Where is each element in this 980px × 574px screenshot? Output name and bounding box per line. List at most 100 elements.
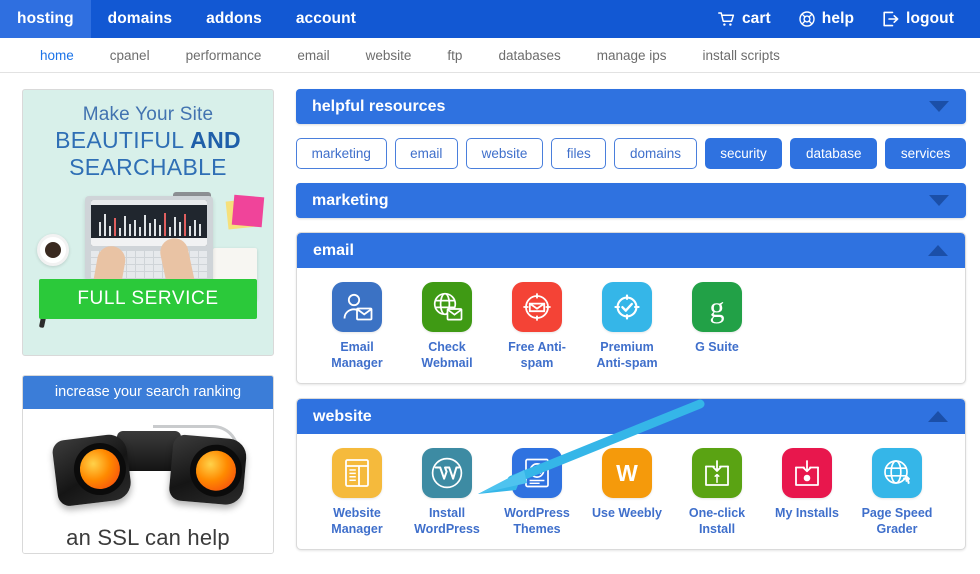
section-title-email: email <box>313 241 354 259</box>
tile-website-manager[interactable]: Website Manager <box>315 448 399 537</box>
laptop-screen <box>91 200 207 246</box>
section-header-email[interactable]: email <box>297 233 965 268</box>
section-panel-email: email Email Manager Check Webmail Free A… <box>296 232 966 384</box>
binoculars-right-barrel <box>168 433 248 507</box>
ssl-promo-body: an SSL can help <box>23 409 273 553</box>
sticky-note-pink-image <box>231 194 265 228</box>
help-label: help <box>821 10 855 27</box>
globe-envelope-icon <box>422 282 472 332</box>
category-tab-domains[interactable]: domains <box>614 138 697 169</box>
logout-label: logout <box>906 10 954 27</box>
wordpress-icon <box>422 448 472 498</box>
page-layout-icon <box>332 448 382 498</box>
category-tab-website[interactable]: website <box>466 138 544 169</box>
main-content: helpful resources marketing email websit… <box>296 89 966 574</box>
tile-premium-anti-spam[interactable]: Premium Anti-spam <box>585 282 669 371</box>
section-title-marketing: marketing <box>312 191 389 209</box>
coffee-cup-image <box>37 234 69 266</box>
svg-text:g: g <box>710 291 725 324</box>
cart-label: cart <box>741 10 771 27</box>
cart-button[interactable]: cart <box>704 0 785 38</box>
page-content: Make Your Site BEAUTIFUL AND SEARCHABLE <box>0 73 980 574</box>
chevron-up-icon[interactable] <box>927 410 949 423</box>
app-window: hosting domains addons account cart help… <box>0 0 980 574</box>
top-nav-item-domains[interactable]: domains <box>91 0 189 38</box>
tile-g-suite[interactable]: g G Suite <box>675 282 759 371</box>
cart-icon <box>717 11 735 27</box>
section-header-website[interactable]: website <box>297 399 965 434</box>
top-nav-item-account[interactable]: account <box>279 0 373 38</box>
chevron-down-icon[interactable] <box>928 100 950 113</box>
top-nav-primary-items: hosting domains addons account <box>0 0 373 38</box>
tile-one-click-install[interactable]: One-click Install <box>675 448 759 537</box>
logout-button[interactable]: logout <box>868 0 968 38</box>
person-envelope-icon <box>332 282 382 332</box>
desk-photo <box>23 190 273 355</box>
top-nav-item-addons-label: addons <box>206 10 262 27</box>
globe-arrow-icon <box>872 448 922 498</box>
promo-line-2: BEAUTIFUL AND <box>33 127 263 154</box>
website-tiles: Website Manager Install WordPress WordPr… <box>297 434 965 549</box>
top-nav-item-hosting[interactable]: hosting <box>0 0 91 38</box>
tile-check-webmail[interactable]: Check Webmail <box>405 282 489 371</box>
promo-line-1: Make Your Site <box>82 104 214 125</box>
category-tab-database[interactable]: database <box>790 138 878 169</box>
google-g-icon: g <box>692 282 742 332</box>
subnav-item-website[interactable]: website <box>348 48 430 63</box>
category-tab-marketing[interactable]: marketing <box>296 138 387 169</box>
tile-wordpress-themes[interactable]: WordPress Themes <box>495 448 579 537</box>
top-nav-item-domains-label: domains <box>107 10 173 27</box>
lifebuoy-icon <box>799 11 815 27</box>
tile-email-manager[interactable]: Email Manager <box>315 282 399 371</box>
category-tab-files[interactable]: files <box>551 138 607 169</box>
tile-page-speed-grader[interactable]: Page Speed Grader <box>855 448 939 537</box>
help-button[interactable]: help <box>785 0 868 38</box>
tile-free-anti-spam[interactable]: Free Anti-spam <box>495 282 579 371</box>
subnav-item-install-scripts[interactable]: install scripts <box>685 48 798 63</box>
tile-use-weebly[interactable]: W Use Weebly <box>585 448 669 537</box>
promo-banner-heading: Make Your Site BEAUTIFUL AND SEARCHABLE <box>23 90 273 185</box>
top-nav-utility-items: cart help logout <box>704 0 980 38</box>
top-navigation-bar: hosting domains addons account cart help… <box>0 0 980 38</box>
tile-label: G Suite <box>695 340 739 354</box>
tile-my-installs[interactable]: My Installs <box>765 448 849 537</box>
section-header-helpful-resources[interactable]: helpful resources <box>296 89 966 124</box>
tile-label: Premium Anti-spam <box>596 340 658 370</box>
secondary-navigation-bar: home cpanel performance email website ft… <box>0 38 980 73</box>
promo-banner-ssl[interactable]: increase your search ranking an SSL can … <box>22 375 274 554</box>
tile-label: Website Manager <box>331 506 383 536</box>
install-box-icon <box>782 448 832 498</box>
section-title-helpful-resources: helpful resources <box>312 97 446 115</box>
tile-label: One-click Install <box>688 506 746 536</box>
subnav-item-ftp[interactable]: ftp <box>429 48 480 63</box>
section-title-website: website <box>313 407 372 425</box>
category-tab-email[interactable]: email <box>394 138 459 169</box>
tile-label: Use Weebly <box>592 506 662 520</box>
subnav-item-performance[interactable]: performance <box>168 48 280 63</box>
tile-install-wordpress[interactable]: Install WordPress <box>405 448 489 537</box>
subnav-item-email[interactable]: email <box>279 48 347 63</box>
tile-label: Page Speed Grader <box>861 506 933 536</box>
category-tab-security[interactable]: security <box>704 138 783 169</box>
section-header-marketing[interactable]: marketing <box>296 183 966 218</box>
crosshair-check-icon <box>602 282 652 332</box>
subnav-item-manage-ips[interactable]: manage ips <box>579 48 685 63</box>
sidebar: Make Your Site BEAUTIFUL AND SEARCHABLE <box>22 89 274 574</box>
promo-banner-full-service[interactable]: Make Your Site BEAUTIFUL AND SEARCHABLE <box>22 89 274 356</box>
wordpress-page-icon <box>512 448 562 498</box>
tile-label: My Installs <box>775 506 839 520</box>
tile-label: WordPress Themes <box>504 506 570 536</box>
chevron-up-icon[interactable] <box>927 244 949 257</box>
chevron-down-icon[interactable] <box>928 194 950 207</box>
full-service-button[interactable]: FULL SERVICE <box>39 279 257 319</box>
subnav-item-databases[interactable]: databases <box>480 48 578 63</box>
promo-line-2-a: BEAUTIFUL <box>55 127 191 153</box>
top-nav-item-hosting-label: hosting <box>17 10 74 27</box>
subnav-item-home[interactable]: home <box>22 48 92 63</box>
top-nav-item-addons[interactable]: addons <box>189 0 279 38</box>
binoculars-image <box>33 419 263 523</box>
binoculars-left-barrel <box>51 432 133 508</box>
category-tab-row: marketing email website files domains se… <box>296 138 966 169</box>
subnav-item-cpanel[interactable]: cpanel <box>92 48 168 63</box>
category-tab-services[interactable]: services <box>885 138 966 169</box>
